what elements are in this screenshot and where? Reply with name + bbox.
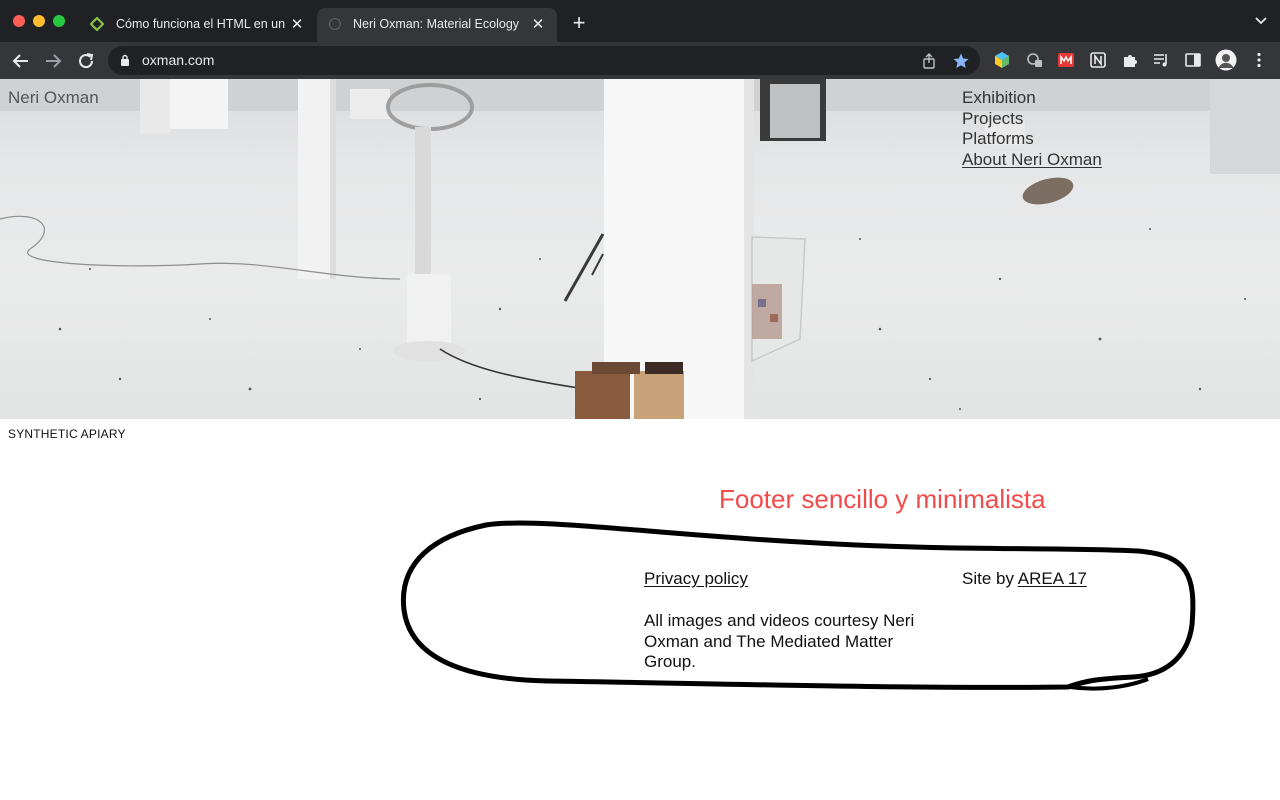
media-playlist-icon[interactable]: [1152, 51, 1170, 69]
extension-tag-icon[interactable]: [1026, 51, 1044, 69]
area17-link[interactable]: AREA 17: [1018, 569, 1087, 588]
profile-avatar[interactable]: [1215, 49, 1237, 71]
tab-title: Cómo funciona el HTML en un: [116, 17, 286, 31]
lock-icon: [121, 54, 129, 66]
back-arrow-icon[interactable]: [10, 50, 32, 72]
browser-toolbar: oxman.com: [0, 42, 1280, 79]
main-nav: Exhibition Projects Platforms About Neri…: [962, 88, 1102, 170]
tab-close-icon[interactable]: ✕: [288, 15, 306, 33]
nav-exhibition[interactable]: Exhibition: [962, 88, 1102, 109]
nav-about[interactable]: About Neri Oxman: [962, 150, 1102, 171]
image-credits: All images and videos courtesy Neri Oxma…: [644, 611, 915, 671]
browser-tab-2[interactable]: Neri Oxman: Material Ecology ✕: [317, 8, 557, 42]
forward-arrow-icon[interactable]: [42, 50, 64, 72]
reload-icon[interactable]: [75, 50, 97, 72]
site-by-credit: Site by AREA 17: [962, 569, 1087, 589]
url-text[interactable]: oxman.com: [142, 52, 214, 68]
annotation-label: Footer sencillo y minimalista: [719, 484, 1046, 514]
window-maximize-button[interactable]: [53, 15, 65, 27]
kebab-menu-icon[interactable]: [1250, 51, 1268, 69]
new-tab-icon[interactable]: +: [568, 12, 590, 34]
tab-search-chevron-icon[interactable]: [1254, 16, 1268, 26]
site-title[interactable]: Neri Oxman: [8, 88, 99, 108]
site-by-prefix: Site by: [962, 569, 1014, 588]
browser-tab-bar: Cómo funciona el HTML en un ✕ Neri Oxman…: [0, 0, 1280, 42]
extension-cube-icon[interactable]: [993, 51, 1011, 69]
share-icon[interactable]: [920, 52, 938, 70]
project-caption[interactable]: SYNTHETIC APIARY: [8, 427, 126, 441]
tab-title: Neri Oxman: Material Ecology: [353, 17, 520, 31]
tab-close-icon[interactable]: ✕: [529, 15, 547, 33]
window-minimize-button[interactable]: [33, 15, 45, 27]
window-close-button[interactable]: [13, 15, 25, 27]
nav-projects[interactable]: Projects: [962, 109, 1102, 130]
globe-favicon-icon: [329, 18, 341, 30]
extension-red-m-icon[interactable]: [1057, 51, 1075, 69]
notion-icon[interactable]: [1089, 51, 1107, 69]
side-panel-icon[interactable]: [1184, 51, 1202, 69]
green-diamond-favicon-icon: [90, 17, 104, 31]
extensions-puzzle-icon[interactable]: [1121, 51, 1139, 69]
hero-video-still: Neri Oxman Exhibition Projects Platforms…: [0, 79, 1280, 419]
address-bar[interactable]: oxman.com: [108, 46, 980, 75]
privacy-policy-link[interactable]: Privacy policy: [644, 569, 748, 589]
browser-tab-1[interactable]: Cómo funciona el HTML en un ✕: [80, 8, 316, 42]
bookmark-star-icon[interactable]: [952, 52, 970, 70]
nav-platforms[interactable]: Platforms: [962, 129, 1102, 150]
